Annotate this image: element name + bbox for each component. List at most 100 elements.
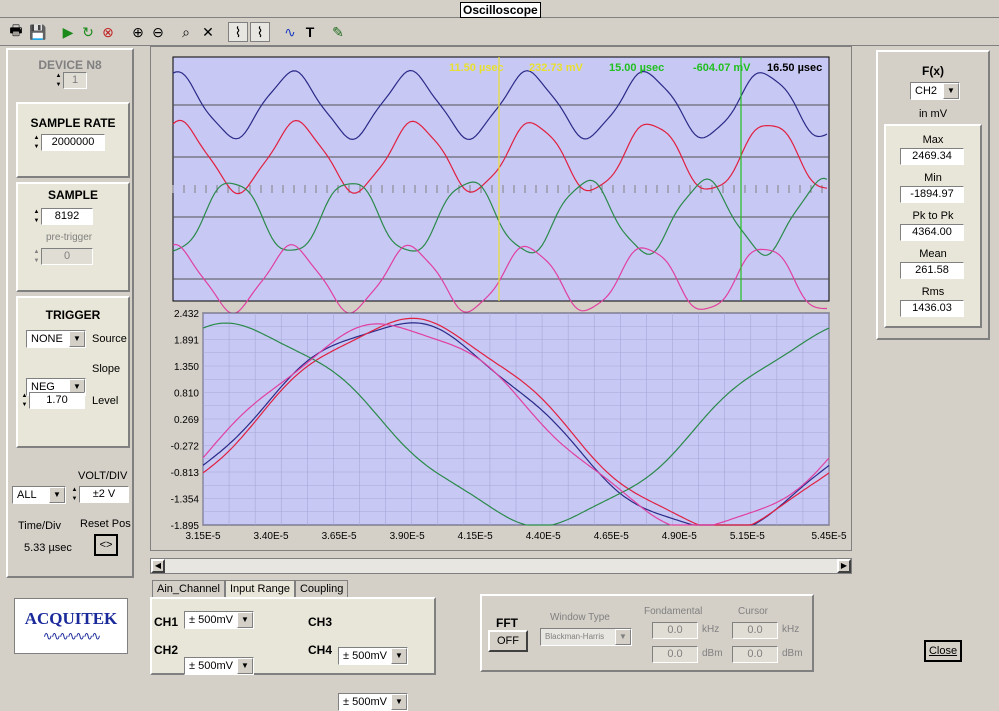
slope-label: Slope	[92, 363, 121, 375]
trigger-source-value: NONE	[31, 333, 63, 345]
fund-khz-field[interactable]: 0.0	[652, 622, 698, 639]
cross-icon[interactable]: ✕	[198, 22, 218, 42]
stat-pkpk-label: Pk to Pk	[912, 210, 954, 222]
spin-icon[interactable]: ▲ ▼	[32, 248, 41, 265]
chevron-down-icon[interactable]: ▼	[391, 648, 407, 664]
zoom-out-icon[interactable]: ⊖	[148, 22, 168, 42]
window-type-value: Blackman-Harris	[545, 632, 605, 641]
trigger-level-spinner[interactable]: ▲ ▼ 1.70	[20, 392, 85, 409]
stat-max-value: 2469.34	[900, 148, 964, 165]
reset-pos-label: Reset Pos	[80, 518, 131, 530]
ch4-range-select[interactable]: ± 500mV ▼	[338, 693, 408, 711]
time-div-label: Time/Div	[18, 520, 61, 532]
stop-icon[interactable]: ⊗	[98, 22, 118, 42]
tab-coupling[interactable]: Coupling	[294, 580, 349, 597]
cursor1-icon[interactable]: ⌇	[228, 22, 248, 42]
stat-pkpk-value: 4364.00	[900, 224, 964, 241]
y-tick-label: -1.354	[171, 494, 200, 505]
ch2-range-select[interactable]: ± 500mV ▼	[184, 657, 254, 675]
chevron-down-icon[interactable]: ▼	[943, 83, 959, 99]
sample-rate-field[interactable]: 2000000	[41, 134, 105, 151]
spin-icon[interactable]: ▲ ▼	[20, 392, 29, 409]
sample-field[interactable]: 8192	[41, 208, 93, 225]
cursor-dbm-field[interactable]: 0.0	[732, 646, 778, 663]
tab-input-range[interactable]: Input Range	[225, 580, 295, 597]
pretrigger-spinner[interactable]: ▲ ▼ 0	[32, 248, 93, 265]
fft-label: FFT	[496, 616, 518, 630]
trigger-source-select[interactable]: NONE ▼	[26, 330, 86, 348]
volt-div-label: VOLT/DIV	[78, 470, 128, 482]
y-tick-label: 1.891	[174, 336, 199, 347]
pin-icon[interactable]: ✎	[328, 22, 348, 42]
fondamental-label: Fondamental	[644, 606, 703, 617]
chevron-down-icon[interactable]: ▼	[391, 694, 407, 710]
oscilloscope-display[interactable]: 11.50 µsec 232.73 mV 15.00 µsec -604.07 mV 1…	[151, 47, 851, 550]
fft-toggle-button[interactable]: OFF	[488, 630, 528, 652]
cursor-khz-field[interactable]: 0.0	[732, 622, 778, 639]
scroll-right-icon[interactable]: ▶	[837, 559, 851, 573]
x-tick-label: 5.45E-5	[811, 531, 846, 542]
chevron-down-icon[interactable]: ▼	[237, 612, 253, 628]
save-icon[interactable]: 💾	[28, 22, 48, 42]
ch3-range-select[interactable]: ± 500mV ▼	[338, 647, 408, 665]
ch4-label: CH4	[308, 643, 333, 657]
top-plot-bg	[172, 56, 830, 302]
khz-label: kHz	[702, 624, 720, 635]
window-type-select[interactable]: Blackman-Harris ▼	[540, 628, 632, 646]
fx-channel-select[interactable]: CH2 ▼	[910, 82, 960, 100]
x-tick-label: 4.65E-5	[594, 531, 629, 542]
stat-max-label: Max	[922, 134, 944, 146]
horizontal-scrollbar[interactable]: ◀ ▶	[150, 558, 852, 574]
cursor-readout-c1_volt: 232.73 mV	[529, 62, 583, 74]
device-spinner[interactable]: ▲ ▼ 1	[54, 72, 87, 89]
trigger-level-field[interactable]: 1.70	[29, 392, 85, 409]
device-field[interactable]: 1	[63, 72, 87, 89]
sample-group: SAMPLE ▲ ▼ 8192 pre-trigger ▲ ▼ 0	[16, 182, 130, 292]
cursor-readout-c2_volt: -604.07 mV	[693, 62, 751, 74]
fx-stats-group: Max 2469.34 Min -1894.97 Pk to Pk 4364.0…	[884, 124, 982, 328]
play-icon[interactable]: ▶	[58, 22, 78, 42]
window-title: Oscilloscope	[460, 2, 541, 18]
window-type-label: Window Type	[550, 612, 610, 623]
close-button[interactable]: Close	[924, 640, 962, 662]
wave-icon[interactable]: ∿	[280, 22, 300, 42]
ch1-range-select[interactable]: ± 500mV ▼	[184, 611, 254, 629]
text-icon[interactable]: T	[300, 22, 320, 42]
scroll-left-icon[interactable]: ◀	[151, 559, 165, 573]
spin-icon[interactable]: ▲ ▼	[32, 208, 41, 225]
chevron-down-icon[interactable]: ▼	[237, 658, 253, 674]
logo-text: ACQUITEK	[24, 609, 118, 628]
zoom-in-icon[interactable]: ⊕	[128, 22, 148, 42]
input-range-panel: CH1 ± 500mV ▼ CH2 ± 500mV ▼ CH3 ± 500mV ▼ C…	[150, 597, 436, 711]
reset-pos-button[interactable]: <>	[94, 534, 118, 556]
x-tick-label: 3.90E-5	[390, 531, 425, 542]
step-icon[interactable]: ↻	[78, 22, 98, 42]
sample-rate-spinner[interactable]: ▲ ▼ 2000000	[32, 134, 105, 151]
level-label: Level	[92, 395, 119, 407]
chevron-down-icon[interactable]: ▼	[615, 629, 631, 645]
zoom-icon[interactable]: ⌕	[176, 22, 196, 42]
dbm-label: dBm	[702, 648, 723, 659]
cursor2-icon[interactable]: ⌇	[250, 22, 270, 42]
acquitek-logo: ACQUITEK ∿∿∿∿∿∿∿	[14, 598, 128, 654]
fund-dbm-field[interactable]: 0.0	[652, 646, 698, 663]
tab-ain-channel[interactable]: Ain_Channel	[152, 580, 225, 597]
tab-strip: Ain_Channel Input Range Coupling	[152, 580, 349, 597]
spin-icon[interactable]: ▲ ▼	[70, 486, 79, 503]
pretrigger-label: pre-trigger	[46, 232, 93, 243]
volt-div-field[interactable]: ±2 V	[79, 486, 129, 503]
sample-spinner[interactable]: ▲ ▼ 8192	[32, 208, 93, 225]
chevron-down-icon[interactable]: ▼	[69, 331, 85, 347]
spin-icon[interactable]: ▲ ▼	[54, 72, 63, 89]
fx-channel-value: CH2	[915, 85, 938, 97]
cursor-readout-delta: 16.50 µsec	[767, 62, 822, 74]
stat-mean-value: 261.58	[900, 262, 964, 279]
pretrigger-field[interactable]: 0	[41, 248, 93, 265]
spin-icon[interactable]: ▲ ▼	[32, 134, 41, 151]
volt-div-spinner[interactable]: ▲ ▼ ±2 V	[70, 486, 129, 503]
cursor-label: Cursor	[738, 606, 769, 617]
chevron-down-icon[interactable]: ▼	[49, 487, 65, 503]
print-icon[interactable]: 🖶	[6, 22, 26, 42]
volt-channel-select[interactable]: ALL ▼	[12, 486, 66, 504]
sample-rate-label: SAMPLE RATE	[30, 116, 116, 130]
